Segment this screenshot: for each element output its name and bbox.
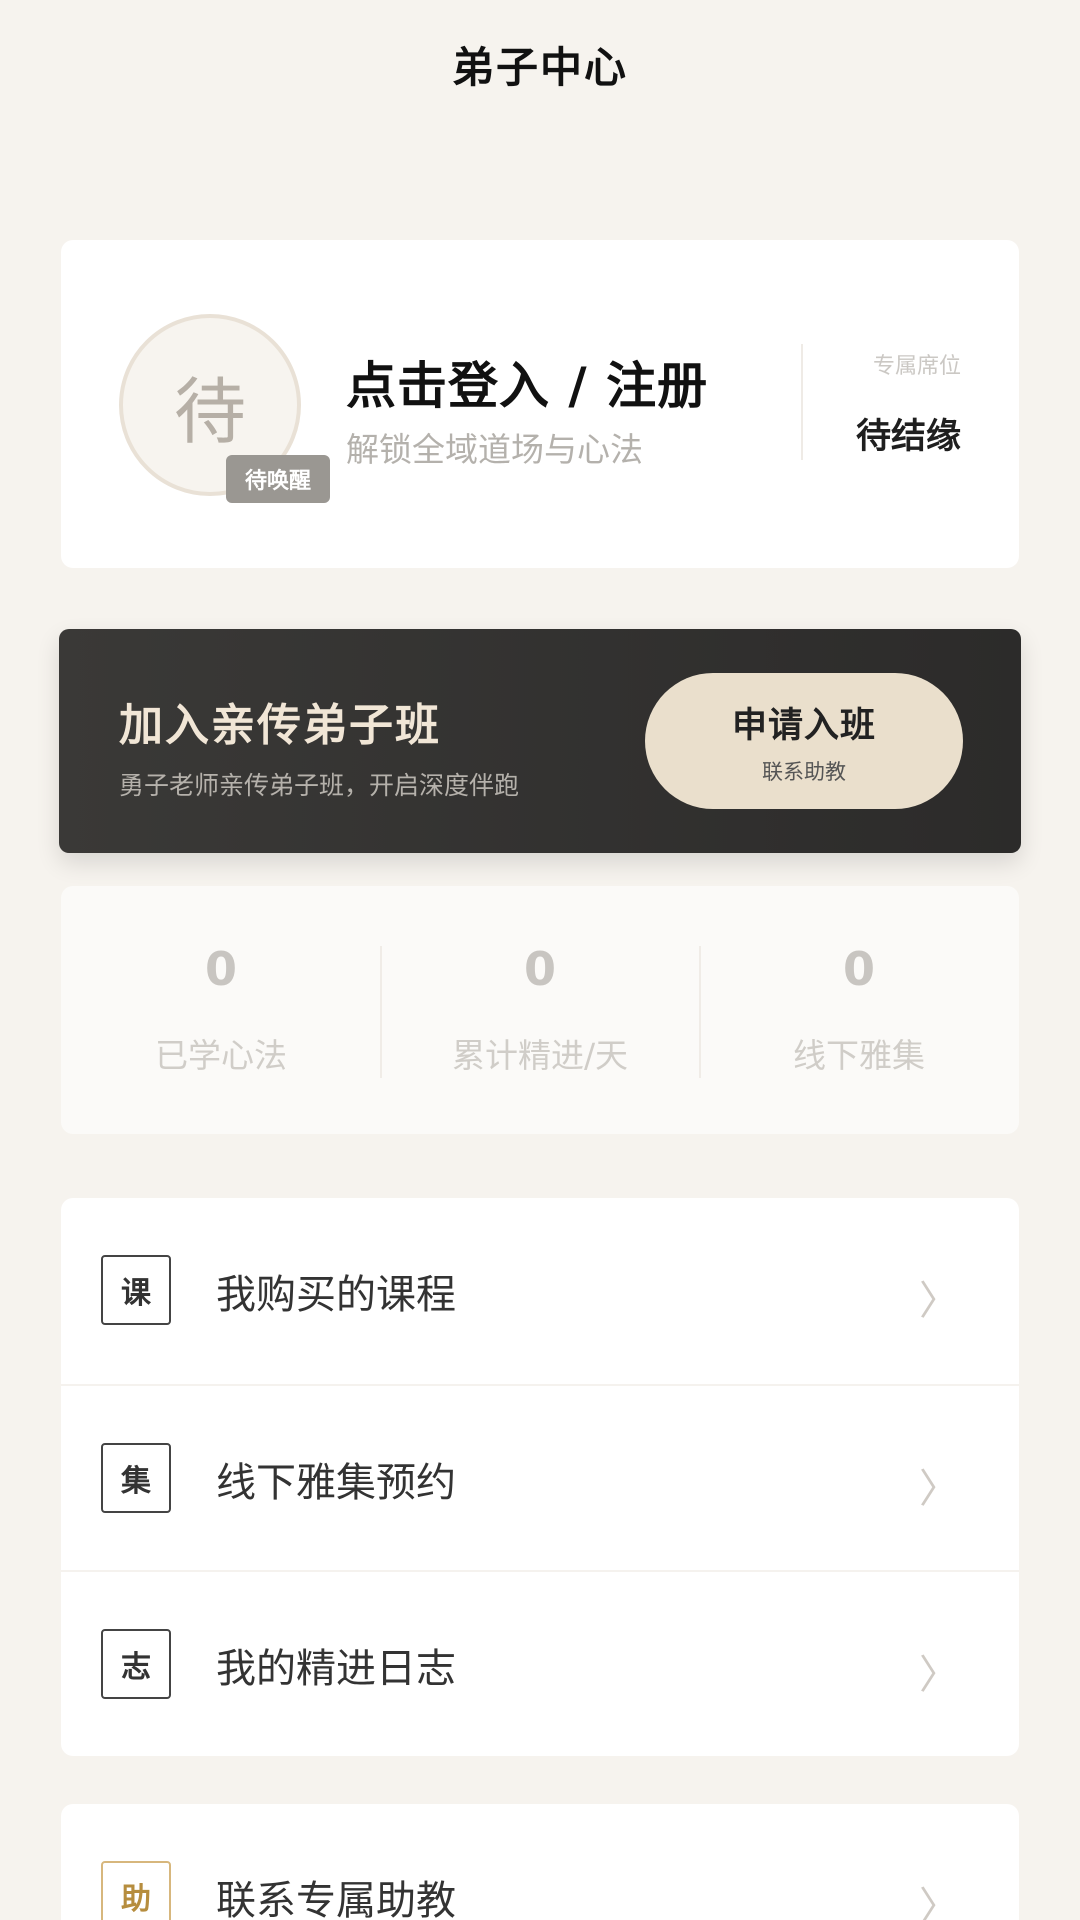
chevron-right-icon: 〉 — [919, 1884, 959, 1920]
stat-value: 0 — [204, 942, 237, 996]
gathering-icon: 集 — [101, 1443, 171, 1513]
banner-subtitle: 勇子老师亲传弟子班，开启深度伴跑 — [119, 771, 520, 800]
stat-value: 0 — [523, 942, 556, 996]
stats-card: 0 已学心法 0 累计精进/天 0 线下雅集 — [61, 886, 1019, 1134]
stat-label: 累计精进/天 — [451, 1036, 629, 1075]
profile-divider — [801, 344, 803, 460]
avatar-char: 待 — [173, 369, 246, 454]
stat-value: 0 — [842, 942, 875, 996]
seat-value: 待结缘 — [855, 417, 961, 457]
stat-offline-gatherings[interactable]: 0 线下雅集 — [699, 886, 1019, 1134]
login-subtitle: 解锁全域道场与心法 — [346, 430, 643, 469]
status-badge: 待唤醒 — [226, 455, 330, 503]
apply-button-sublabel: 联系助教 — [762, 759, 846, 784]
page-title: 弟子中心 — [451, 43, 628, 92]
menu-item-progress-journal[interactable]: 志 我的精进日志 〉 — [61, 1570, 1019, 1756]
chevron-right-icon: 〉 — [919, 1652, 959, 1698]
menu-item-gathering-booking[interactable]: 集 线下雅集预约 〉 — [61, 1384, 1019, 1570]
stat-label: 已学心法 — [155, 1036, 287, 1075]
menu-card: 课 我购买的课程 〉 集 线下雅集预约 〉 志 我的精进日志 〉 — [61, 1198, 1019, 1756]
seat-label: 专属席位 — [872, 354, 961, 379]
menu-item-my-courses[interactable]: 课 我购买的课程 〉 — [61, 1198, 1019, 1384]
banner-title: 加入亲传弟子班 — [119, 700, 441, 751]
menu-item-contact-assistant[interactable]: 助 联系专属助教 〉 — [61, 1804, 1019, 1920]
disciple-class-banner: 加入亲传弟子班 勇子老师亲传弟子班，开启深度伴跑 申请入班 联系助教 — [59, 629, 1021, 853]
stat-progress-days[interactable]: 0 累计精进/天 — [380, 886, 700, 1134]
apply-class-button[interactable]: 申请入班 联系助教 — [645, 673, 963, 809]
menu-item-label: 线下雅集预约 — [216, 1460, 456, 1506]
apply-button-label: 申请入班 — [731, 705, 876, 746]
stat-learned-methods[interactable]: 0 已学心法 — [61, 886, 381, 1134]
chevron-right-icon: 〉 — [919, 1466, 959, 1512]
assistant-menu-card: 助 联系专属助教 〉 — [61, 1804, 1019, 1920]
menu-item-label: 联系专属助教 — [216, 1878, 456, 1920]
menu-item-label: 我购买的课程 — [216, 1272, 456, 1318]
stat-label: 线下雅集 — [793, 1036, 925, 1075]
course-icon: 课 — [101, 1255, 171, 1325]
assistant-icon: 助 — [101, 1861, 171, 1920]
page-root: 弟子中心 待 待唤醒 点击登入 / 注册 解锁全域道场与心法 专属席位 待结缘 … — [0, 0, 1080, 1920]
login-title[interactable]: 点击登入 / 注册 — [346, 346, 708, 418]
chevron-right-icon: 〉 — [919, 1278, 959, 1324]
profile-card[interactable]: 待 待唤醒 点击登入 / 注册 解锁全域道场与心法 专属席位 待结缘 — [61, 240, 1019, 568]
menu-item-label: 我的精进日志 — [216, 1646, 456, 1692]
journal-icon: 志 — [101, 1629, 171, 1699]
